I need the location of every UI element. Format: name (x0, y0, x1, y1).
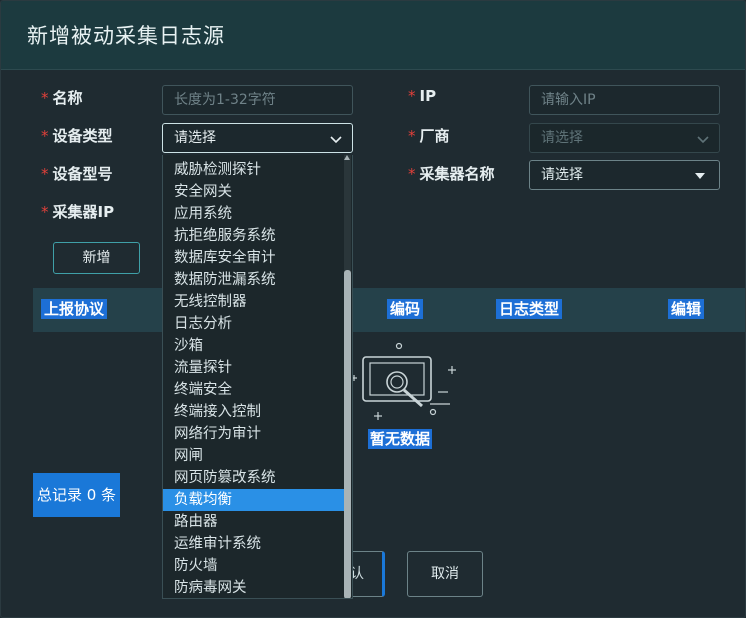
dropdown-option[interactable]: 日志分析 (163, 313, 345, 335)
col-edit: 编辑 (668, 299, 705, 319)
dropdown-option[interactable]: 运维审计系统 (163, 533, 345, 555)
dropdown-option[interactable]: 沙箱 (163, 335, 345, 357)
name-label: * 名称 (41, 89, 83, 107)
device-model-label: * 设备型号 (41, 165, 113, 183)
add-log-source-dialog: 新增被动采集日志源 * 名称 长度为1-32字符 * IP 请输入IP * 设备类型 … (0, 0, 746, 618)
dropdown-option[interactable]: 无线控制器 (163, 291, 345, 313)
collector-ip-label: * 采集器IP (41, 203, 115, 221)
device-type-value: 请选择 (174, 130, 216, 146)
add-button[interactable]: 新增 (53, 242, 140, 274)
ip-label: * IP (408, 87, 437, 105)
dropdown-scrollbar[interactable] (344, 155, 351, 598)
dropdown-option[interactable]: 网闸 (163, 445, 345, 467)
chevron-down-icon (697, 136, 709, 144)
collector-name-label: * 采集器名称 (408, 165, 495, 183)
total-records: 总记录 0 条 (33, 473, 120, 517)
dropdown-option[interactable]: 抗拒绝服务系统 (163, 225, 345, 247)
dialog-header: 新增被动采集日志源 (1, 1, 745, 70)
dropdown-option[interactable]: 网页防篡改系统 (163, 467, 345, 489)
col-log-type: 日志类型 (496, 299, 563, 319)
dropdown-option[interactable]: 数据防泄漏系统 (163, 269, 345, 291)
dropdown-option[interactable]: 数据库安全审计 (163, 247, 345, 269)
dropdown-option[interactable]: 终端接入控制 (163, 401, 345, 423)
caret-down-icon (695, 173, 705, 179)
vendor-select[interactable]: 请选择 (529, 123, 720, 153)
vendor-value: 请选择 (541, 130, 583, 146)
name-input[interactable]: 长度为1-32字符 (162, 85, 353, 115)
dropdown-option[interactable]: 威胁检测探针 (163, 159, 345, 181)
col-encoding: 编码 (387, 299, 424, 319)
dropdown-option[interactable]: 路由器 (163, 511, 345, 533)
empty-data-icon (351, 342, 456, 420)
dropdown-option[interactable]: 防火墙 (163, 555, 345, 577)
device-type-select[interactable]: 请选择 (162, 123, 353, 153)
device-type-label: * 设备类型 (41, 127, 113, 145)
empty-text: 暂无数据 (368, 429, 433, 449)
dropdown-option[interactable]: 安全网关 (163, 181, 345, 203)
dropdown-option[interactable]: 应用系统 (163, 203, 345, 225)
dropdown-option[interactable]: 流量探针 (163, 357, 345, 379)
dropdown-option[interactable]: 网络行为审计 (163, 423, 345, 445)
vendor-label: * 厂商 (408, 127, 450, 145)
dropdown-option[interactable]: 终端安全 (163, 379, 345, 401)
dropdown-option[interactable]: 负载均衡 (163, 489, 345, 511)
scrollbar-thumb[interactable] (344, 270, 351, 598)
ip-input[interactable]: 请输入IP (529, 85, 720, 115)
scroll-up-icon[interactable] (344, 155, 350, 160)
table-header: 上报协议 编码 日志类型 编辑 (33, 288, 745, 332)
dropdown-option[interactable]: 防病毒网关 (163, 577, 345, 598)
cancel-button[interactable]: 取消 (407, 551, 483, 597)
col-protocol: 上报协议 (41, 299, 108, 319)
collector-name-value: 请选择 (541, 167, 583, 183)
dialog-title: 新增被动采集日志源 (27, 24, 225, 48)
collector-name-select[interactable]: 请选择 (529, 160, 720, 190)
chevron-up-icon (330, 136, 342, 144)
device-type-dropdown: 威胁检测探针 安全网关 应用系统 抗拒绝服务系统 数据库安全审计 数据防泄漏系统 无线控制器… (162, 155, 353, 599)
